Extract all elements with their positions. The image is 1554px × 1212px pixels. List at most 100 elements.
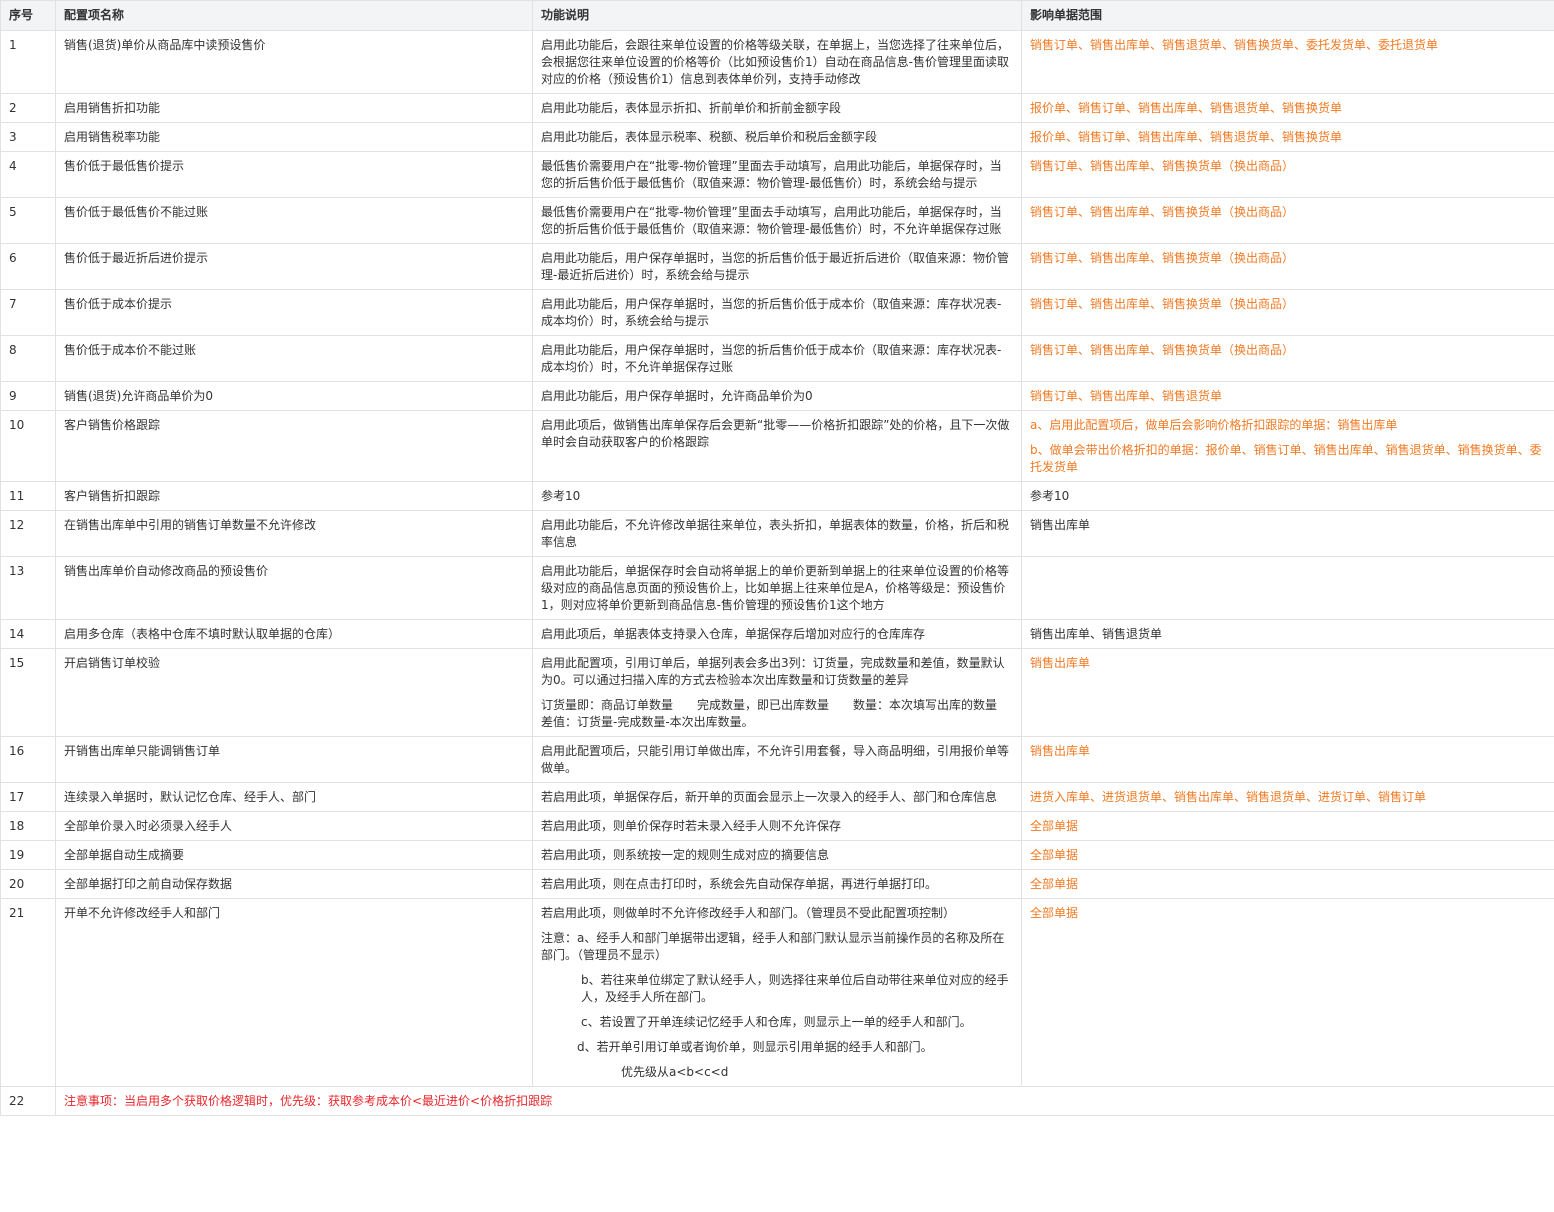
config-name: 售价低于成本价不能过账 — [55, 335, 533, 382]
description-paragraph: 启用此功能后，不允许修改单据往来单位，表头折扣，单据表体的数量，价格，折后和税率… — [541, 518, 1010, 549]
affected-documents-text: 参考10 — [1030, 489, 1070, 503]
note-text: 注意事项：当启用多个获取价格逻辑时，优先级：获取参考成本价<最近进价<价格折扣跟… — [55, 1086, 1554, 1116]
description-paragraph: 启用此功能后，用户保存单据时，当您的折后售价低于最近折后进价（取值来源：物价管理… — [541, 251, 1010, 282]
row-number: 20 — [0, 869, 56, 899]
description-paragraph: 启用此配置项，引用订单后，单据列表会多出3列：订货量，完成数量和差值，数量默认为… — [541, 656, 1005, 687]
config-description: 启用此配置项后，只能引用订单做出库，不允许引用套餐，导入商品明细，引用报价单等做… — [532, 736, 1022, 783]
row-number: 17 — [0, 782, 56, 812]
affected-documents-text: 全部单据 — [1030, 848, 1079, 862]
config-name: 全部单据自动生成摘要 — [55, 840, 533, 870]
table-row: 4 售价低于最低售价提示 最低售价需要用户在“批零-物价管理”里面去手动填写，启用此… — [0, 151, 1554, 198]
affected-documents-text: 销售订单、销售出库单、销售换货单（换出商品） — [1030, 297, 1295, 311]
row-number: 13 — [0, 556, 56, 620]
config-description: 启用此项后，单据表体支持录入仓库，单据保存后增加对应行的仓库库存 — [532, 619, 1022, 649]
affected-documents: 全部单据 — [1021, 869, 1554, 899]
table-row: 18 全部单价录入时必须录入经手人 若启用此项，则单价保存时若未录入经手人则不允许保… — [0, 811, 1554, 841]
affected-documents-text: 销售订单、销售出库单、销售退货单、销售换货单、委托发货单、委托退货单 — [1030, 38, 1439, 52]
table-row: 21 开单不允许修改经手人和部门 若启用此项，则做单时不允许修改经手人和部门。（管理… — [0, 898, 1554, 1087]
affected-documents-text: 销售出库单 — [1030, 656, 1091, 670]
config-description: 启用此功能后，表体显示税率、税额、税后单价和税后金额字段 — [532, 122, 1022, 152]
description-paragraph: 参考10 — [541, 489, 581, 503]
config-name: 销售(退货)单价从商品库中读预设售价 — [55, 30, 533, 94]
row-number: 21 — [0, 898, 56, 1087]
affected-documents: 销售订单、销售出库单、销售换货单（换出商品） — [1021, 289, 1554, 336]
affected-documents: 进货入库单、进货退货单、销售出库单、销售退货单、进货订单、销售订单 — [1021, 782, 1554, 812]
config-name: 全部单价录入时必须录入经手人 — [55, 811, 533, 841]
row-number: 16 — [0, 736, 56, 783]
description-paragraph: 注意：a、经手人和部门单据带出逻辑，经手人和部门默认显示当前操作员的名称及所在部… — [541, 931, 1005, 962]
affected-documents-text: 销售订单、销售出库单、销售换货单（换出商品） — [1030, 343, 1295, 357]
row-number: 14 — [0, 619, 56, 649]
affected-documents: 全部单据 — [1021, 898, 1554, 1087]
row-number: 9 — [0, 381, 56, 411]
config-description: 启用此功能后，表体显示折扣、折前单价和折前金额字段 — [532, 93, 1022, 123]
row-number: 5 — [0, 197, 56, 244]
affected-documents: 销售出库单、销售退货单 — [1021, 619, 1554, 649]
affected-documents: 销售出库单 — [1021, 648, 1554, 737]
row-number: 8 — [0, 335, 56, 382]
affected-documents-text: 全部单据 — [1030, 906, 1079, 920]
row-number: 4 — [0, 151, 56, 198]
table-row: 11 客户销售折扣跟踪 参考10 参考10 — [0, 481, 1554, 511]
config-name: 开单不允许修改经手人和部门 — [55, 898, 533, 1087]
affected-documents: 销售订单、销售出库单、销售换货单（换出商品） — [1021, 335, 1554, 382]
table-row: 1 销售(退货)单价从商品库中读预设售价 启用此功能后，会跟往来单位设置的价格等级关… — [0, 30, 1554, 94]
affected-documents: 全部单据 — [1021, 840, 1554, 870]
affected-documents-text: a、启用此配置项后，做单后会影响价格折扣跟踪的单据：销售出库单 — [1030, 418, 1398, 432]
description-paragraph: 优先级从a<b<c<d — [621, 1065, 729, 1079]
config-description: 若启用此项，单据保存后，新开单的页面会显示上一次录入的经手人、部门和仓库信息 — [532, 782, 1022, 812]
table-row: 15 开启销售订单校验 启用此配置项，引用订单后，单据列表会多出3列：订货量，完成数… — [0, 648, 1554, 737]
config-description: 启用此功能后，不允许修改单据往来单位，表头折扣，单据表体的数量，价格，折后和税率… — [532, 510, 1022, 557]
config-description: 启用此功能后，用户保存单据时，当您的折后售价低于成本价（取值来源：库存状况表-成… — [532, 289, 1022, 336]
description-paragraph: 最低售价需要用户在“批零-物价管理”里面去手动填写，启用此功能后，单据保存时，当… — [541, 205, 1002, 236]
row-number: 15 — [0, 648, 56, 737]
description-paragraph: 启用此项后，单据表体支持录入仓库，单据保存后增加对应行的仓库库存 — [541, 627, 926, 641]
affected-documents-text: 销售订单、销售出库单、销售换货单（换出商品） — [1030, 251, 1295, 265]
config-name: 售价低于最近折后进价提示 — [55, 243, 533, 290]
affected-documents: a、启用此配置项后，做单后会影响价格折扣跟踪的单据：销售出库单 b、做单会带出价格… — [1021, 410, 1554, 482]
description-paragraph: 启用此功能后，表体显示税率、税额、税后单价和税后金额字段 — [541, 130, 878, 144]
config-name: 客户销售价格跟踪 — [55, 410, 533, 482]
row-number: 19 — [0, 840, 56, 870]
header-scope: 影响单据范围 — [1021, 0, 1554, 31]
description-paragraph: 启用此功能后，用户保存单据时，允许商品单价为0 — [541, 389, 813, 403]
affected-documents-text: 进货入库单、进货退货单、销售出库单、销售退货单、进货订单、销售订单 — [1030, 790, 1427, 804]
table-row: 14 启用多仓库（表格中仓库不填时默认取单据的仓库） 启用此项后，单据表体支持录入仓… — [0, 619, 1554, 649]
config-description: 最低售价需要用户在“批零-物价管理”里面去手动填写，启用此功能后，单据保存时，当… — [532, 197, 1022, 244]
description-paragraph: 若启用此项，则做单时不允许修改经手人和部门。（管理员不受此配置项控制） — [541, 906, 956, 920]
description-paragraph: 订货量即：商品订单数量 完成数量，即已出库数量 数量：本次填写出库的数量 差值：… — [541, 698, 1013, 729]
config-description: 若启用此项，则单价保存时若未录入经手人则不允许保存 — [532, 811, 1022, 841]
affected-documents-text: 全部单据 — [1030, 819, 1079, 833]
description-paragraph: 最低售价需要用户在“批零-物价管理”里面去手动填写，启用此功能后，单据保存时，当… — [541, 159, 1002, 190]
config-name: 销售出库单价自动修改商品的预设售价 — [55, 556, 533, 620]
affected-documents: 全部单据 — [1021, 811, 1554, 841]
table-row: 19 全部单据自动生成摘要 若启用此项，则系统按一定的规则生成对应的摘要信息 全部单据 — [0, 840, 1554, 870]
description-paragraph: 启用此项后，做销售出库单保存后会更新“批零——价格折扣跟踪”处的价格，且下一次做… — [541, 418, 1010, 449]
affected-documents: 销售订单、销售出库单、销售退货单、销售换货单、委托发货单、委托退货单 — [1021, 30, 1554, 94]
header-name: 配置项名称 — [55, 0, 533, 31]
config-name: 启用销售税率功能 — [55, 122, 533, 152]
header-no: 序号 — [0, 0, 56, 31]
description-paragraph: c、若设置了开单连续记忆经手人和仓库，则显示上一单的经手人和部门。 — [581, 1015, 972, 1029]
config-description: 启用此功能后，会跟往来单位设置的价格等级关联，在单据上，当您选择了往来单位后，会… — [532, 30, 1022, 94]
config-description: 启用此功能后，用户保存单据时，当您的折后售价低于成本价（取值来源：库存状况表-成… — [532, 335, 1022, 382]
table-row: 3 启用销售税率功能 启用此功能后，表体显示税率、税额、税后单价和税后金额字段 报价单… — [0, 122, 1554, 152]
config-name: 开销售出库单只能调销售订单 — [55, 736, 533, 783]
description-paragraph: 启用此功能后，用户保存单据时，当您的折后售价低于成本价（取值来源：库存状况表-成… — [541, 343, 1002, 374]
table-row: 13 销售出库单价自动修改商品的预设售价 启用此功能后，单据保存时会自动将单据上的单… — [0, 556, 1554, 620]
description-paragraph: b、若往来单位绑定了默认经手人，则选择往来单位后自动带往来单位对应的经手人，及经… — [581, 973, 1009, 1004]
affected-documents-text: 销售订单、销售出库单、销售换货单（换出商品） — [1030, 159, 1295, 173]
description-paragraph: 启用此功能后，会跟往来单位设置的价格等级关联，在单据上，当您选择了往来单位后，会… — [541, 38, 1010, 86]
config-name: 开启销售订单校验 — [55, 648, 533, 737]
description-paragraph: 启用此功能后，用户保存单据时，当您的折后售价低于成本价（取值来源：库存状况表-成… — [541, 297, 1002, 328]
config-description: 启用此功能后，用户保存单据时，当您的折后售价低于最近折后进价（取值来源：物价管理… — [532, 243, 1022, 290]
description-paragraph: 若启用此项，则在点击打印时，系统会先自动保存单据，再进行单据打印。 — [541, 877, 938, 891]
description-paragraph: d、若开单引用订单或者询价单，则显示引用单据的经手人和部门。 — [577, 1040, 933, 1054]
config-name: 连续录入单据时，默认记忆仓库、经手人、部门 — [55, 782, 533, 812]
config-name: 客户销售折扣跟踪 — [55, 481, 533, 511]
row-number: 6 — [0, 243, 56, 290]
config-description: 参考10 — [532, 481, 1022, 511]
affected-documents: 销售出库单 — [1021, 736, 1554, 783]
description-paragraph: 启用此配置项后，只能引用订单做出库，不允许引用套餐，导入商品明细，引用报价单等做… — [541, 744, 1010, 775]
table-row: 2 启用销售折扣功能 启用此功能后，表体显示折扣、折前单价和折前金额字段 报价单、销售… — [0, 93, 1554, 123]
